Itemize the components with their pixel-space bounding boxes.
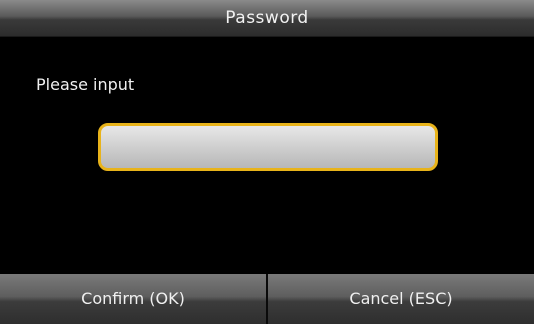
- dialog-title: Password: [0, 0, 534, 37]
- password-input[interactable]: [98, 123, 438, 171]
- button-bar: Confirm (OK) Cancel (ESC): [0, 274, 534, 324]
- cancel-button[interactable]: Cancel (ESC): [268, 274, 534, 324]
- prompt-label: Please input: [36, 75, 135, 94]
- password-dialog: Password Please input Confirm (OK) Cance…: [0, 0, 534, 324]
- confirm-button[interactable]: Confirm (OK): [0, 274, 266, 324]
